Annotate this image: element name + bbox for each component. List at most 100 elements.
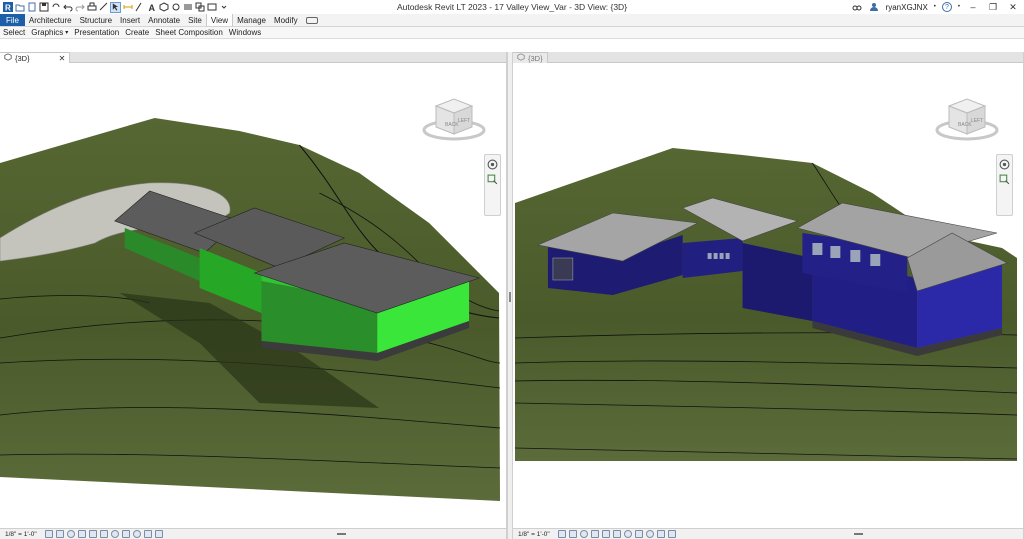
section-icon[interactable] xyxy=(170,2,181,13)
tag-icon[interactable] xyxy=(134,2,145,13)
crop-view-icon[interactable] xyxy=(88,530,97,538)
tab-modify[interactable]: Modify xyxy=(270,14,302,26)
steering-wheel-icon[interactable] xyxy=(999,159,1010,170)
new-icon[interactable] xyxy=(26,2,37,13)
sun-path-icon[interactable] xyxy=(579,530,588,538)
ribbon-spacer xyxy=(0,39,1024,52)
navigation-bar-right xyxy=(996,154,1013,216)
tab-annotate[interactable]: Annotate xyxy=(144,14,184,26)
close-hidden-windows-icon[interactable] xyxy=(194,2,205,13)
tab-structure[interactable]: Structure xyxy=(76,14,116,26)
view-tab-close-button[interactable]: ✕ xyxy=(59,54,66,63)
tab-view[interactable]: View xyxy=(205,14,234,26)
view-tabbar-left xyxy=(0,52,506,63)
show-crop-region-icon[interactable] xyxy=(612,530,621,538)
undo-icon[interactable] xyxy=(62,2,73,13)
panel-sheet-composition[interactable]: Sheet Composition xyxy=(155,28,223,37)
analytical-model-icon[interactable] xyxy=(656,530,665,538)
reveal-hidden-icon[interactable] xyxy=(645,530,654,538)
navigation-bar-left xyxy=(484,154,501,216)
ribbon-toggle-icon xyxy=(305,17,318,24)
view-window-left: {3D} ✕ BACK LEFT 1/8" = 1'-0" xyxy=(0,52,507,539)
highlight-displacement-icon[interactable] xyxy=(667,530,676,538)
viewcube-left[interactable]: BACK LEFT xyxy=(418,96,490,144)
garage-door xyxy=(552,257,574,281)
user-icon[interactable] xyxy=(869,2,880,13)
tab-insert[interactable]: Insert xyxy=(116,14,144,26)
restore-button[interactable]: ❐ xyxy=(986,2,1000,13)
panel-select[interactable]: Select xyxy=(3,28,25,37)
shadows-icon[interactable] xyxy=(77,530,86,538)
temporary-hide-icon[interactable] xyxy=(634,530,643,538)
crop-view-icon[interactable] xyxy=(601,530,610,538)
lock-view-icon[interactable] xyxy=(110,530,119,538)
default-3d-view-icon[interactable] xyxy=(158,2,169,13)
analytical-model-icon[interactable] xyxy=(143,530,152,538)
lock-view-icon[interactable] xyxy=(623,530,632,538)
show-crop-region-icon[interactable] xyxy=(99,530,108,538)
help-dropdown-icon[interactable]: • xyxy=(958,4,960,10)
view-scale[interactable]: 1/8" = 1'-0" xyxy=(5,531,37,538)
temporary-hide-icon[interactable] xyxy=(121,530,130,538)
middle-wall xyxy=(682,238,743,278)
ribbon-tab-bar: File Architecture Structure Insert Annot… xyxy=(0,14,1024,27)
user-dropdown-icon[interactable]: • xyxy=(934,4,936,10)
sync-icon[interactable] xyxy=(50,2,61,13)
close-button[interactable]: ✕ xyxy=(1006,2,1020,13)
switch-windows-icon[interactable] xyxy=(206,2,217,13)
panel-windows[interactable]: Windows xyxy=(229,28,261,37)
viewcube-left-face: LEFT xyxy=(458,118,470,124)
dimension-icon[interactable] xyxy=(122,2,133,13)
customize-qat-icon[interactable] xyxy=(218,2,229,13)
view-tab-label: {3D} xyxy=(15,53,30,63)
view-tab-right[interactable]: {3D} xyxy=(513,52,548,63)
modify-tool-icon[interactable] xyxy=(110,1,121,13)
sun-path-icon[interactable] xyxy=(66,530,75,538)
panel-presentation[interactable]: Presentation xyxy=(74,28,119,37)
binoculars-icon[interactable] xyxy=(852,2,863,13)
tab-architecture[interactable]: Architecture xyxy=(25,14,76,26)
thin-lines-icon[interactable] xyxy=(182,2,193,13)
zoom-icon[interactable] xyxy=(999,174,1010,185)
viewcube-right[interactable]: BACK LEFT xyxy=(931,96,1003,144)
steering-wheel-icon[interactable] xyxy=(487,159,498,170)
ribbon-panel-row: Select Graphics ▾ Presentation Create Sh… xyxy=(0,27,1024,39)
panel-create[interactable]: Create xyxy=(125,28,149,37)
scroll-grip-icon[interactable] xyxy=(337,533,346,535)
tab-file[interactable]: File xyxy=(0,14,25,26)
reveal-hidden-icon[interactable] xyxy=(132,530,141,538)
detail-level-icon[interactable] xyxy=(557,530,566,538)
measure-icon[interactable] xyxy=(98,2,109,13)
help-button[interactable]: ? xyxy=(941,2,952,12)
highlight-displacement-icon[interactable] xyxy=(154,530,163,538)
view-scale[interactable]: 1/8" = 1'-0" xyxy=(518,531,550,538)
shadows-icon[interactable] xyxy=(590,530,599,538)
title-bar: R A Autodesk Revit LT 2023 - 17 Valley V… xyxy=(0,0,1024,14)
revit-window: R A Autodesk Revit LT 2023 - 17 Valley V… xyxy=(0,0,1024,539)
save-icon[interactable] xyxy=(38,2,49,13)
splitter-grip-icon[interactable] xyxy=(509,292,511,302)
redo-icon[interactable] xyxy=(74,2,85,13)
revit-app-icon[interactable]: R xyxy=(2,2,13,13)
title-right-controls: ryanXGJNX • ? • – ❐ ✕ xyxy=(852,0,1024,14)
zoom-icon[interactable] xyxy=(487,174,498,185)
minimize-button[interactable]: – xyxy=(966,2,980,12)
visual-style-icon[interactable] xyxy=(568,530,577,538)
view-control-bar-right: 1/8" = 1'-0" xyxy=(513,528,1023,539)
detail-level-icon[interactable] xyxy=(44,530,53,538)
visual-style-icon[interactable] xyxy=(55,530,64,538)
view-tab-left[interactable]: {3D} ✕ xyxy=(0,52,71,63)
print-icon[interactable] xyxy=(86,2,97,13)
open-icon[interactable] xyxy=(14,2,25,13)
svg-text:A: A xyxy=(148,3,155,12)
scroll-grip-icon[interactable] xyxy=(854,533,863,535)
tab-site[interactable]: Site xyxy=(184,14,206,26)
tab-manage[interactable]: Manage xyxy=(233,14,270,26)
panel-graphics-dropdown-icon[interactable]: ▾ xyxy=(65,29,68,36)
ribbon-minimize-toggle[interactable] xyxy=(302,14,322,26)
text-icon[interactable]: A xyxy=(146,2,157,13)
panel-graphics[interactable]: Graphics xyxy=(31,28,63,37)
view-tab-label: {3D} xyxy=(528,53,543,63)
view-window-right: {3D} BACK LEFT 1/8" = 1'-0" xyxy=(513,52,1024,539)
username[interactable]: ryanXGJNX xyxy=(886,3,928,12)
